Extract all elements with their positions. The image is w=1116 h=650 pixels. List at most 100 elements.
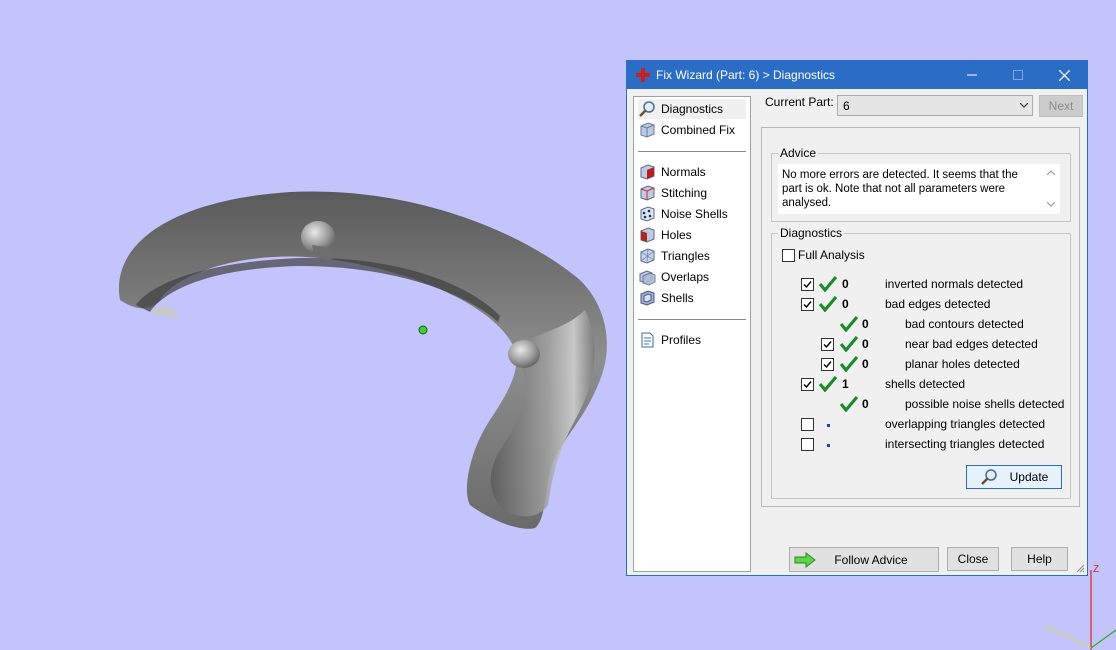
overlapping-triangles-checkbox[interactable] xyxy=(801,418,814,431)
nav-item-holes[interactable]: Holes xyxy=(638,225,746,245)
fix-navigation-panel: Diagnostics Combined Fix Normals Stitchi… xyxy=(633,96,751,572)
green-check-icon xyxy=(840,316,858,332)
close-icon xyxy=(1058,69,1070,81)
near-bad-edges-checkbox[interactable] xyxy=(821,338,834,351)
current-part-select[interactable]: 6 xyxy=(837,95,1033,116)
maximize-button[interactable] xyxy=(995,61,1041,89)
advice-group: Advice No more errors are detected. It s… xyxy=(771,146,1071,222)
nav-item-diagnostics[interactable]: Diagnostics xyxy=(638,99,746,119)
nav-item-label: Shells xyxy=(661,291,694,305)
arrow-right-icon xyxy=(794,552,816,568)
nav-divider xyxy=(638,319,746,320)
scroll-up-icon[interactable] xyxy=(1047,170,1055,175)
planar-holes-checkbox[interactable] xyxy=(821,358,834,371)
next-button-label: Next xyxy=(1048,99,1074,113)
nav-item-label: Stitching xyxy=(661,186,708,200)
cube-icon xyxy=(640,122,655,138)
nav-item-normals[interactable]: Normals xyxy=(638,162,746,182)
green-check-icon xyxy=(840,356,858,372)
follow-advice-button[interactable]: Follow Advice xyxy=(789,547,939,572)
close-button-label: Close xyxy=(957,552,989,566)
magnifier-icon xyxy=(980,469,997,485)
advice-textbox[interactable]: No more errors are detected. It seems th… xyxy=(778,164,1060,214)
minimize-icon xyxy=(967,74,977,76)
close-window-button[interactable] xyxy=(1041,61,1087,89)
title-bar[interactable]: Fix Wizard (Part: 6) > Diagnostics xyxy=(627,61,1087,89)
green-check-icon xyxy=(819,296,837,312)
inverted-normals-checkbox[interactable] xyxy=(801,278,814,291)
checkmark-icon xyxy=(823,341,832,349)
near-bad-edges-label: near bad edges detected xyxy=(905,337,1038,351)
nav-item-label: Combined Fix xyxy=(661,123,736,137)
chevron-down-icon xyxy=(1020,103,1028,108)
green-check-icon xyxy=(840,396,858,412)
nav-item-triangles[interactable]: Triangles xyxy=(638,246,746,266)
nav-item-stitching[interactable]: Stitching xyxy=(638,183,746,203)
update-button-label: Update xyxy=(1009,470,1049,484)
update-button[interactable]: Update xyxy=(966,465,1062,489)
bad-contours-label: bad contours detected xyxy=(905,317,1024,331)
diagnostics-group: Diagnostics Full Analysis 0 inverted nor… xyxy=(771,226,1071,499)
diagnostics-panel: Advice No more errors are detected. It s… xyxy=(761,127,1080,507)
intersecting-triangles-checkbox[interactable] xyxy=(801,438,814,451)
pending-dot-icon xyxy=(827,424,830,427)
inverted-normals-label: inverted normals detected xyxy=(885,277,1024,291)
triangles-icon xyxy=(640,248,655,264)
nav-item-combined-fix[interactable]: Combined Fix xyxy=(638,120,746,140)
nav-item-label: Holes xyxy=(661,228,692,242)
minimize-button[interactable] xyxy=(949,61,995,89)
normals-cube-icon xyxy=(640,164,655,180)
magnifier-icon xyxy=(639,101,655,117)
bad-edges-label: bad edges detected xyxy=(885,297,991,311)
nav-item-profiles[interactable]: Profiles xyxy=(638,330,746,350)
pending-dot-icon xyxy=(827,444,830,447)
nav-item-label: Profiles xyxy=(661,333,702,347)
intersecting-triangles-label: intersecting triangles detected xyxy=(885,437,1045,451)
overlaps-icon xyxy=(639,270,656,286)
fix-wizard-dialog: Fix Wizard (Part: 6) > Diagnostics Diagn… xyxy=(626,60,1088,576)
nav-item-shells[interactable]: Shells xyxy=(638,288,746,308)
nav-item-label: Overlaps xyxy=(661,270,710,284)
red-cross-icon xyxy=(636,68,650,82)
advice-text: No more errors are detected. It seems th… xyxy=(782,169,1018,209)
current-part-value: 6 xyxy=(843,99,850,113)
holes-cube-icon xyxy=(640,227,655,243)
maximize-icon xyxy=(1013,70,1023,80)
overlapping-triangles-label: overlapping triangles detected xyxy=(885,417,1046,431)
axis-z-label: Z xyxy=(1093,564,1099,575)
noise-shells-label: possible noise shells detected xyxy=(905,397,1065,411)
inverted-normals-count: 0 xyxy=(842,277,849,291)
shells-count: 1 xyxy=(842,377,849,391)
shells-label: shells detected xyxy=(885,377,966,391)
shells-checkbox[interactable] xyxy=(801,378,814,391)
scroll-down-icon[interactable] xyxy=(1047,202,1055,207)
document-icon xyxy=(641,332,654,348)
green-check-icon xyxy=(819,376,837,392)
nav-item-label: Noise Shells xyxy=(661,207,728,221)
help-button-label: Help xyxy=(1027,552,1052,566)
help-button[interactable]: Help xyxy=(1011,547,1068,571)
next-button[interactable]: Next xyxy=(1039,95,1083,117)
checkmark-icon xyxy=(803,301,812,309)
green-check-icon xyxy=(819,276,837,292)
stitching-cube-icon xyxy=(640,185,655,201)
nav-item-label: Diagnostics xyxy=(661,102,724,116)
noise-shells-icon xyxy=(640,206,655,222)
window-title: Fix Wizard (Part: 6) > Diagnostics xyxy=(656,68,836,82)
diagnostics-title: Diagnostics xyxy=(778,226,845,240)
nav-item-overlaps[interactable]: Overlaps xyxy=(638,267,746,287)
full-analysis-label: Full Analysis xyxy=(798,248,865,262)
resize-grip-icon[interactable] xyxy=(1075,563,1085,573)
nav-item-noise-shells[interactable]: Noise Shells xyxy=(638,204,746,224)
close-button[interactable]: Close xyxy=(947,547,999,571)
full-analysis-checkbox[interactable] xyxy=(782,249,795,262)
green-check-icon xyxy=(840,336,858,352)
nav-item-label: Normals xyxy=(661,165,706,179)
current-part-label: Current Part: xyxy=(765,95,834,109)
noise-shells-count: 0 xyxy=(862,397,869,411)
nav-divider xyxy=(638,151,746,152)
follow-advice-label: Follow Advice xyxy=(834,552,908,567)
bad-edges-checkbox[interactable] xyxy=(801,298,814,311)
advice-title: Advice xyxy=(778,146,819,160)
nav-item-label: Triangles xyxy=(661,249,710,263)
